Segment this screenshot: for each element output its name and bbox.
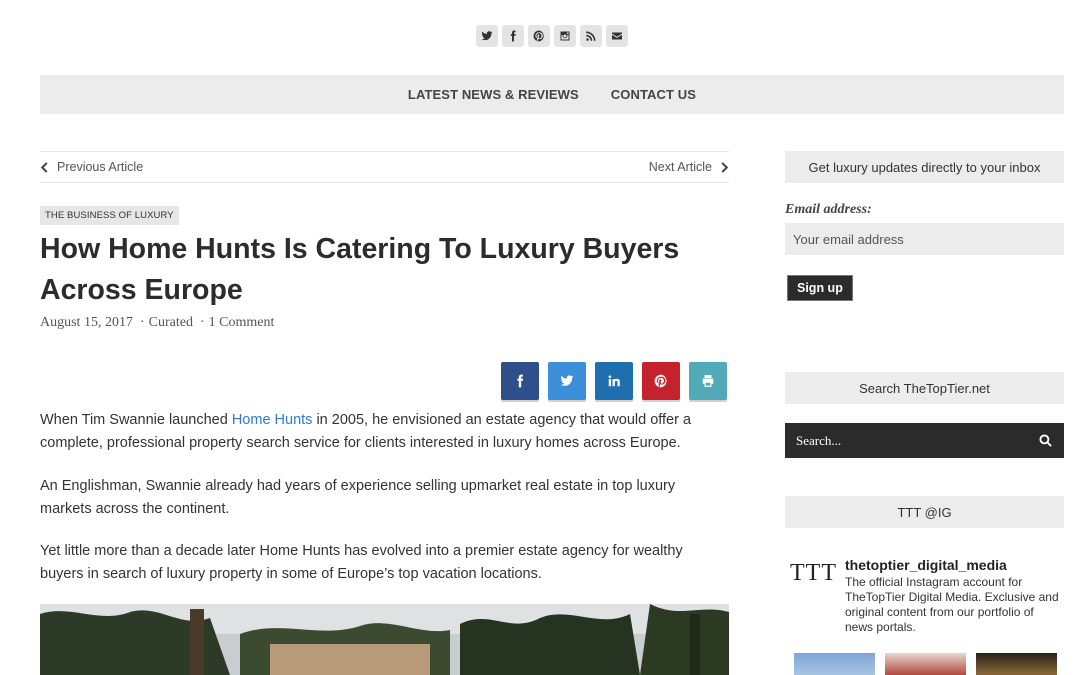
article-title: How Home Hunts Is Catering To Luxury Buy…: [40, 233, 680, 306]
previous-article-link[interactable]: Previous Article: [40, 160, 143, 174]
article-meta: August 15, 2017 · Curated · 1 Comment: [40, 315, 275, 330]
article-paragraph-2: An Englishman, Swannie already had years…: [40, 478, 676, 517]
email-field[interactable]: [785, 223, 1064, 255]
next-article-label: Next Article: [648, 160, 712, 174]
facebook-icon: [517, 374, 524, 388]
previous-article-label: Previous Article: [57, 160, 144, 174]
search-icon[interactable]: [1039, 434, 1052, 447]
instagram-bio: The official Instagram account for TheTo…: [845, 575, 1059, 634]
search-placeholder: Search...: [796, 432, 842, 448]
share-linkedin-button[interactable]: [595, 362, 633, 400]
linkedin-icon: [608, 375, 620, 387]
facebook-icon[interactable]: [502, 25, 524, 47]
share-twitter-button[interactable]: [548, 362, 586, 400]
article-navigation: Previous Article Next Article: [40, 151, 729, 183]
pinterest-icon[interactable]: [528, 25, 550, 47]
twitter-icon: [560, 375, 574, 386]
article-paragraph-1: When Tim Swannie launched Home Hunts in …: [40, 412, 692, 451]
nav-item-latest-news[interactable]: LATEST NEWS & REVIEWS: [408, 87, 579, 102]
category-badge[interactable]: THE BUSINESS OF LUXURY: [40, 206, 179, 225]
instagram-username[interactable]: thetoptier_digital_media: [845, 557, 1007, 573]
search-heading: Search TheTopTier.net: [785, 372, 1064, 404]
print-button[interactable]: [689, 362, 727, 400]
newsletter-heading: Get luxury updates directly to your inbo…: [785, 151, 1064, 183]
instagram-feed: [794, 653, 1057, 675]
article-paragraph-3: Yet little more than a decade later Home…: [40, 543, 683, 582]
next-article-link[interactable]: Next Article: [649, 160, 729, 174]
social-links: [476, 25, 628, 47]
instagram-avatar[interactable]: TTT: [790, 560, 837, 587]
nav-item-contact-us[interactable]: CONTACT US: [611, 87, 696, 102]
sign-up-button[interactable]: Sign up: [787, 275, 853, 301]
share-pinterest-button[interactable]: [642, 362, 680, 400]
email-label: Email address:: [785, 202, 872, 217]
chevron-right-icon: [721, 161, 729, 173]
main-nav: LATEST NEWS & REVIEWS CONTACT US: [40, 75, 1064, 114]
rss-icon[interactable]: [580, 25, 602, 47]
instagram-thumbnail[interactable]: [976, 653, 1057, 675]
share-buttons: [501, 362, 727, 400]
print-icon: [702, 375, 714, 387]
article-photo: [40, 604, 729, 675]
pinterest-icon: [654, 374, 667, 388]
home-hunts-link[interactable]: Home Hunts: [232, 412, 313, 428]
search-input[interactable]: Search...: [785, 423, 1064, 458]
instagram-thumbnail[interactable]: [794, 653, 875, 675]
share-facebook-button[interactable]: [501, 362, 539, 400]
envelope-icon[interactable]: [606, 25, 628, 47]
instagram-icon[interactable]: [554, 25, 576, 47]
twitter-icon[interactable]: [476, 25, 498, 47]
article-date: August 15, 2017: [40, 315, 133, 330]
instagram-heading: TTT @IG: [785, 496, 1064, 528]
comments-link[interactable]: 1 Comment: [209, 315, 275, 330]
instagram-thumbnail[interactable]: [885, 653, 966, 675]
article-author[interactable]: Curated: [149, 315, 193, 330]
chevron-left-icon: [40, 161, 48, 173]
